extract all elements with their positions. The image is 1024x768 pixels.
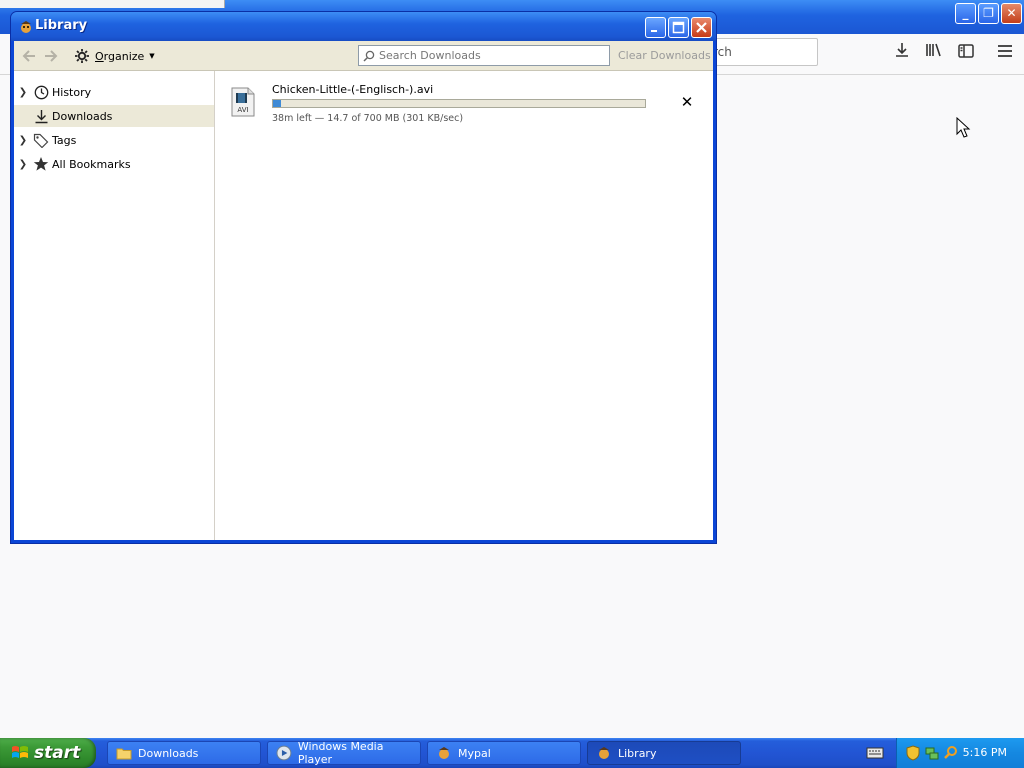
browser-minimize-button[interactable]: _ <box>955 3 976 24</box>
cancel-download-button[interactable]: ✕ <box>680 95 694 110</box>
avi-file-icon: AVI <box>231 87 255 117</box>
library-body: Organize ▼ Clear Downloads ❯ History <box>14 41 713 540</box>
task-label: Mypal <box>458 746 491 760</box>
close-icon <box>696 22 707 33</box>
search-downloads-field[interactable] <box>358 45 610 66</box>
sidebar-item-label: Downloads <box>52 109 113 123</box>
expand-arrow-icon[interactable]: ❯ <box>14 159 32 170</box>
sidebar-icon[interactable] <box>955 42 977 64</box>
browser-close-button[interactable]: ✕ <box>1001 3 1022 24</box>
sidebar-item-label: Tags <box>52 133 77 147</box>
gear-icon <box>75 49 89 63</box>
download-status: 38m left — 14.7 of 700 MB (301 KB/sec) <box>272 113 464 124</box>
downloads-list: AVI Chicken-Little-(-Englisch-).avi 38m … <box>215 71 713 540</box>
back-arrow-icon[interactable] <box>20 47 38 65</box>
browser-restore-button[interactable]: ❐ <box>978 3 999 24</box>
taskbar-item-mypal[interactable]: Mypal <box>427 741 581 765</box>
download-file-name: Chicken-Little-(-Englisch-).avi <box>272 83 434 96</box>
taskbar-item-windows-media-player[interactable]: Windows Media Player <box>267 740 421 766</box>
sidebar-item-history[interactable]: ❯ History <box>14 81 214 103</box>
start-button[interactable]: start <box>0 738 96 768</box>
taskbar-item-downloads[interactable]: Downloads <box>107 741 261 765</box>
mypal-icon <box>21 21 31 33</box>
tag-icon <box>32 131 50 149</box>
browser-tab[interactable] <box>0 0 225 8</box>
organize-button[interactable]: Organize ▼ <box>70 45 159 67</box>
security-shield-icon[interactable] <box>905 745 921 761</box>
download-progress-bar <box>272 99 646 108</box>
library-toolbar: Organize ▼ Clear Downloads <box>14 41 713 71</box>
mypal-icon <box>599 747 609 759</box>
sidebar-item-all-bookmarks[interactable]: ❯ All Bookmarks <box>14 153 214 175</box>
maximize-icon <box>672 21 685 34</box>
magnifier-icon[interactable] <box>943 745 959 761</box>
library-window: Library Organize ▼ Search Downloads Clea… <box>10 11 717 544</box>
keyboard-icon[interactable] <box>866 745 884 761</box>
task-label: Downloads <box>138 746 199 760</box>
forward-arrow-icon[interactable] <box>42 47 60 65</box>
library-close-button[interactable] <box>691 17 712 38</box>
search-downloads-input[interactable] <box>379 46 599 65</box>
task-label: Library <box>618 746 657 760</box>
minimize-icon <box>651 30 657 32</box>
file-type-label: AVI <box>237 106 248 114</box>
library-sidebar: ❯ History Downloads ❯ Tags ❯ All Bookmar… <box>14 71 215 540</box>
start-label: start <box>34 743 81 763</box>
mouse-cursor-icon <box>956 117 971 138</box>
clock-icon <box>32 83 50 101</box>
download-icon <box>32 107 50 125</box>
library-maximize-button[interactable] <box>668 17 689 38</box>
browser-search-input[interactable]: rch <box>700 38 818 66</box>
folder-icon <box>116 748 132 760</box>
expand-arrow-icon[interactable]: ❯ <box>14 87 32 98</box>
menu-icon[interactable] <box>994 42 1016 64</box>
sidebar-item-downloads[interactable]: Downloads <box>14 105 214 127</box>
taskbar-item-library[interactable]: Library <box>587 741 741 765</box>
search-icon <box>363 50 375 62</box>
network-icon[interactable] <box>924 745 940 761</box>
sidebar-item-label: History <box>52 85 92 99</box>
library-title: Library <box>35 18 88 33</box>
sidebar-item-label: All Bookmarks <box>52 157 131 171</box>
download-progress-fill <box>273 100 281 107</box>
chevron-down-icon: ▼ <box>149 52 155 60</box>
organize-label: Organize <box>95 49 145 63</box>
library-minimize-button[interactable] <box>645 17 666 38</box>
clock: 5:16 PM <box>962 746 1007 759</box>
library-titlebar[interactable]: Library <box>11 12 716 41</box>
system-tray: 5:16 PM <box>896 738 1024 768</box>
windows-logo-icon <box>12 746 28 758</box>
download-icon[interactable] <box>891 42 913 64</box>
mypal-icon <box>439 747 449 759</box>
sidebar-item-tags[interactable]: ❯ Tags <box>14 129 214 151</box>
media-player-icon <box>276 745 292 761</box>
download-item[interactable]: AVI Chicken-Little-(-Englisch-).avi 38m … <box>215 71 713 131</box>
expand-arrow-icon[interactable]: ❯ <box>14 135 32 146</box>
task-label: Windows Media Player <box>297 740 384 766</box>
star-icon <box>32 155 50 173</box>
library-icon[interactable] <box>923 42 945 64</box>
clear-downloads-button[interactable]: Clear Downloads <box>618 49 711 62</box>
